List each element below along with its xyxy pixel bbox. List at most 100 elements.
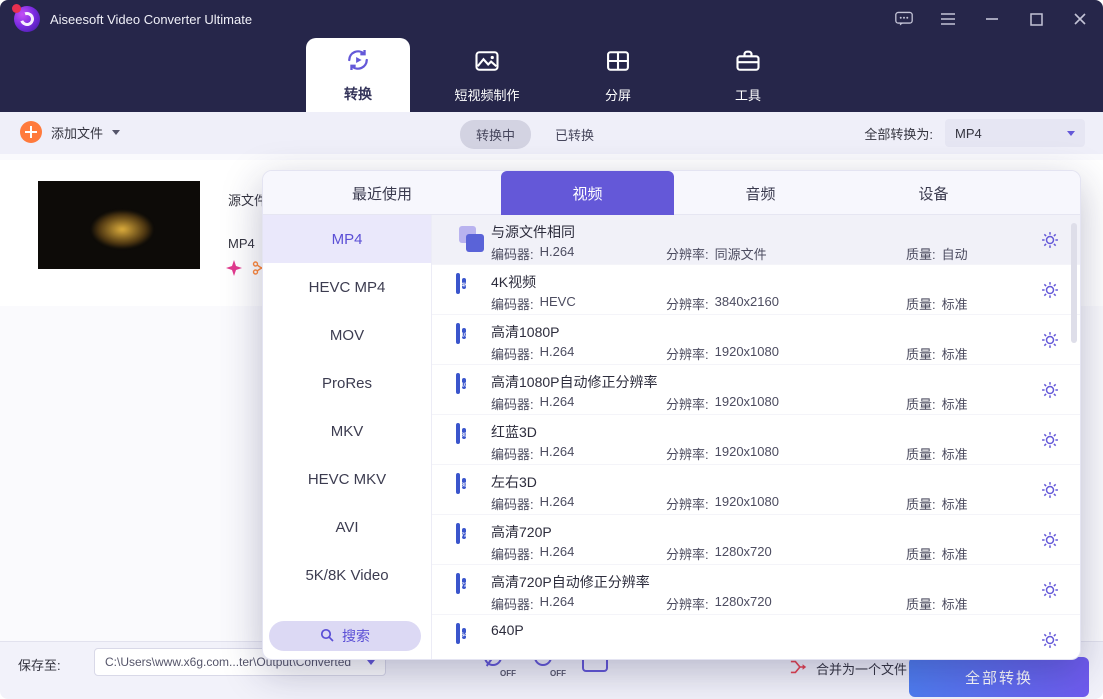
tab-convert[interactable]: 转换 — [306, 38, 410, 112]
status-segments: 转换中 已转换 — [460, 120, 606, 149]
preset-row[interactable]: 4K 4K视频 编码器:HEVC 分辨率:3840x2160 质量:标准 — [432, 265, 1080, 315]
quality-value: 标准 — [942, 544, 968, 563]
add-file-label: 添加文件 — [51, 123, 103, 142]
sidebar-item-avi[interactable]: AVI — [263, 503, 431, 551]
sidebar-item-mov[interactable]: MOV — [263, 311, 431, 359]
maximize-button[interactable] — [1027, 10, 1045, 28]
settings-gear-icon[interactable] — [1040, 480, 1060, 500]
settings-gear-icon[interactable] — [1040, 430, 1060, 450]
segment-converted[interactable]: 已转换 — [543, 120, 606, 149]
toggle-off-label: OFF — [550, 669, 566, 678]
preset-title: 高清720P自动修正分辨率 — [491, 572, 650, 592]
settings-gear-icon[interactable] — [1040, 330, 1060, 350]
quality-value: 标准 — [942, 594, 968, 613]
tab-video[interactable]: 视频 — [501, 171, 674, 215]
movie-maker-icon — [473, 47, 501, 78]
quality-value: 标准 — [942, 494, 968, 513]
sidebar-item-mp4[interactable]: MP4 — [263, 215, 431, 263]
preset-encoder: 编码器: H.264 — [491, 494, 574, 513]
sidebar-item-hevc-mkv[interactable]: HEVC MKV — [263, 455, 431, 503]
settings-gear-icon[interactable] — [1040, 230, 1060, 250]
format-720p-icon: 720P — [456, 573, 460, 594]
sidebar-item-hevc-mp4[interactable]: HEVC MP4 — [263, 263, 431, 311]
tab-device[interactable]: 设备 — [847, 171, 1020, 215]
settings-gear-icon[interactable] — [1040, 630, 1060, 650]
resolution-label: 分辨率: — [666, 494, 709, 513]
settings-gear-icon[interactable] — [1040, 530, 1060, 550]
settings-gear-icon[interactable] — [1040, 580, 1060, 600]
preset-resolution: 分辨率:1920x1080 — [666, 444, 779, 463]
resolution-label: 分辨率: — [666, 444, 709, 463]
resolution-value: 1280x720 — [715, 544, 772, 563]
quality-label: 质量: — [906, 394, 936, 413]
tab-split-screen[interactable]: 分屏 — [582, 38, 654, 112]
preset-row[interactable]: 720P 高清720P 编码器:H.264 分辨率:1280x720 质量:标准 — [432, 515, 1080, 565]
preset-row[interactable]: 1080P 高清1080P自动修正分辨率 编码器:H.264 分辨率:1920x… — [432, 365, 1080, 415]
preset-encoder: 编码器: HEVC — [491, 294, 576, 313]
merge-label: 合并为一个文件 — [816, 659, 907, 678]
preset-title: 与源文件相同 — [491, 222, 575, 242]
plus-icon — [20, 121, 42, 143]
resolution-value: 1920x1080 — [715, 494, 779, 513]
toolbox-icon — [734, 47, 762, 78]
format-dialog: 最近使用 视频 音频 设备 MP4 HEVC MP4 MOV ProRes MK… — [262, 170, 1081, 660]
resolution-label: 分辨率: — [666, 594, 709, 613]
sidebar-item-5k8k[interactable]: 5K/8K Video — [263, 551, 431, 599]
encoder-value: H.264 — [540, 394, 575, 413]
preset-resolution: 分辨率:同源文件 — [666, 244, 767, 263]
preset-row[interactable]: 3D 红蓝3D 编码器:H.264 分辨率:1920x1080 质量:标准 — [432, 415, 1080, 465]
search-button[interactable]: 搜索 — [269, 621, 421, 651]
menu-icon[interactable] — [939, 10, 957, 28]
search-label: 搜索 — [342, 626, 370, 646]
tab-toolbox[interactable]: 工具 — [712, 38, 784, 112]
encoder-value: H.264 — [540, 544, 575, 563]
quality-value: 自动 — [942, 244, 968, 263]
encoder-label: 编码器: — [491, 294, 534, 313]
sidebar-item-prores[interactable]: ProRes — [263, 359, 431, 407]
sidebar-item-mkv[interactable]: MKV — [263, 407, 431, 455]
convert-all-button-label: 全部转换 — [965, 667, 1033, 688]
encoder-value: H.264 — [540, 494, 575, 513]
add-file-button[interactable]: 添加文件 — [20, 121, 120, 143]
merge-files-option[interactable]: 合并为一个文件 — [790, 658, 907, 679]
toolbar: 添加文件 转换中 已转换 全部转换为: MP4 — [0, 112, 1103, 154]
preset-row[interactable]: 640P 640P — [432, 615, 1080, 660]
encoder-value: HEVC — [540, 294, 576, 313]
minimize-button[interactable] — [983, 10, 1001, 28]
preset-encoder: 编码器:H.264 — [491, 344, 574, 363]
encoder-label: 编码器: — [491, 344, 534, 363]
output-format-select[interactable]: MP4 — [945, 119, 1085, 147]
feedback-icon[interactable] — [895, 10, 913, 28]
preset-row[interactable]: 与源文件相同 编码器:H.264 分辨率:同源文件 质量: 自动 — [432, 215, 1080, 265]
preset-title: 4K视频 — [491, 272, 536, 292]
resolution-value: 3840x2160 — [715, 294, 779, 313]
quality-value: 标准 — [942, 394, 968, 413]
titlebar: Aiseesoft Video Converter Ultimate — [0, 0, 1103, 38]
settings-gear-icon[interactable] — [1040, 280, 1060, 300]
convert-all-button[interactable]: 全部转换 — [909, 657, 1089, 697]
quality-label: 质量: — [906, 244, 936, 263]
tab-recent[interactable]: 最近使用 — [263, 171, 501, 215]
chevron-down-icon — [1067, 131, 1075, 136]
close-button[interactable] — [1071, 10, 1089, 28]
convert-icon — [344, 46, 372, 77]
settings-gear-icon[interactable] — [1040, 380, 1060, 400]
chevron-down-icon — [112, 130, 120, 135]
quality-value: 标准 — [942, 344, 968, 363]
preset-encoder: 编码器:H.264 — [491, 244, 574, 263]
preset-encoder: 编码器:H.264 — [491, 594, 574, 613]
format-1080p-icon: 1080P — [456, 323, 460, 344]
resolution-value: 1280x720 — [715, 594, 772, 613]
encoder-label: 编码器: — [491, 494, 534, 513]
preset-row[interactable]: 1080P 高清1080P 编码器:H.264 分辨率:1920x1080 质量… — [432, 315, 1080, 365]
app-window: Aiseesoft Video Converter Ultimate — [0, 0, 1103, 699]
resolution-label: 分辨率: — [666, 344, 709, 363]
search-icon — [320, 628, 334, 645]
tab-movie-maker[interactable]: 短视频制作 — [428, 38, 546, 112]
edit-star-icon[interactable] — [226, 260, 242, 281]
preset-row[interactable]: 720P 高清720P自动修正分辨率 编码器:H.264 分辨率: 1280x72… — [432, 565, 1080, 615]
scrollbar-thumb[interactable] — [1071, 223, 1077, 343]
preset-row[interactable]: 3D 左右3D 编码器:H.264 分辨率:1920x1080 质量:标准 — [432, 465, 1080, 515]
tab-audio[interactable]: 音频 — [674, 171, 847, 215]
segment-converting[interactable]: 转换中 — [460, 120, 531, 149]
